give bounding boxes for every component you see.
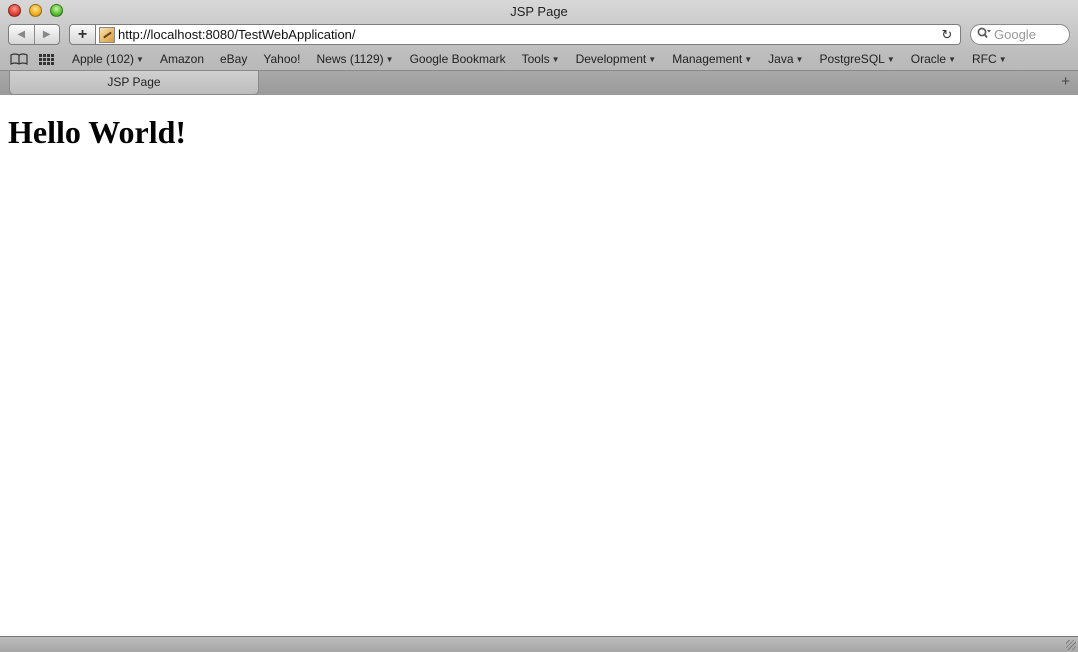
status-bar <box>0 636 1078 652</box>
bookmark-label: Java <box>768 52 794 66</box>
search-field[interactable] <box>970 24 1070 45</box>
site-favicon-icon <box>99 26 115 43</box>
bookmark-item[interactable]: eBay <box>220 52 247 66</box>
address-bar[interactable]: http://localhost:8080/TestWebApplication… <box>96 24 961 45</box>
bookmark-label: Apple (102) <box>72 52 135 66</box>
bookmark-label: Development <box>575 52 647 66</box>
bookmark-item[interactable]: PostgreSQL ▼ <box>819 52 894 66</box>
chevron-down-icon: ▼ <box>948 54 957 64</box>
resize-grip-icon[interactable] <box>1066 640 1076 650</box>
bookmark-label: News (1129) <box>316 52 384 66</box>
chevron-down-icon: ▼ <box>998 54 1007 64</box>
title-bar: JSP Page <box>0 0 1078 22</box>
bookmark-item[interactable]: Java ▼ <box>768 52 803 66</box>
bookmark-item[interactable]: RFC ▼ <box>972 52 1007 66</box>
chevron-down-icon: ▼ <box>744 54 753 64</box>
bookmark-item[interactable]: Yahoo! <box>263 52 300 66</box>
bookmark-item[interactable]: Amazon <box>160 52 204 66</box>
bookmark-label: Amazon <box>159 52 204 66</box>
search-icon <box>977 27 991 42</box>
plus-icon: + <box>1061 73 1070 90</box>
chevron-down-icon: ▼ <box>385 54 394 64</box>
forward-arrow-icon: ▶ <box>42 29 51 40</box>
add-bookmark-button[interactable]: + <box>69 24 96 45</box>
bookmark-list: Apple (102) ▼ Amazon eBay Yahoo! News (1129) ▼… <box>72 52 1023 66</box>
chevron-down-icon: ▼ <box>648 54 657 64</box>
chevron-down-icon: ▼ <box>795 54 804 64</box>
tab-bar: JSP Page + <box>0 70 1078 95</box>
bookmark-item[interactable]: Apple (102) ▼ <box>72 52 144 66</box>
toolbar: ◀ ▶ + http://localhost:8080/TestWebAppli… <box>0 23 1078 48</box>
chevron-down-icon: ▼ <box>136 54 144 64</box>
url-text[interactable]: http://localhost:8080/TestWebApplication… <box>118 27 938 42</box>
bookmark-label: eBay <box>220 52 248 66</box>
bookmark-item[interactable]: Google Bookmark <box>410 52 506 66</box>
reload-icon: ↻ <box>941 26 953 42</box>
bookmark-item[interactable]: Tools ▼ <box>522 52 560 66</box>
chevron-down-icon: ▼ <box>886 54 895 64</box>
bookmarks-bar: Apple (102) ▼ Amazon eBay Yahoo! News (1129) ▼… <box>0 49 1078 69</box>
back-arrow-icon: ◀ <box>17 29 26 40</box>
page-content: Hello World! <box>0 96 1078 636</box>
forward-button[interactable]: ▶ <box>33 25 60 44</box>
nav-buttons: ◀ ▶ <box>8 24 60 45</box>
bookmark-label: RFC <box>972 52 997 66</box>
back-button[interactable]: ◀ <box>9 25 34 44</box>
tab-jsp-page[interactable]: JSP Page <box>9 71 259 95</box>
bookmark-item[interactable]: News (1129) ▼ <box>317 52 394 66</box>
page-heading: Hello World! <box>8 114 187 150</box>
browser-chrome: JSP Page ◀ ▶ + http://localhost:8080/Tes… <box>0 0 1078 95</box>
book-icon <box>10 53 28 65</box>
bookmark-item[interactable]: Oracle ▼ <box>911 52 956 66</box>
new-tab-button[interactable]: + <box>1061 74 1070 89</box>
bookmark-item[interactable]: Development ▼ <box>576 52 657 66</box>
bookmark-label: Oracle <box>910 52 947 66</box>
chevron-down-icon: ▼ <box>551 54 560 64</box>
show-all-bookmarks-button[interactable] <box>9 51 29 67</box>
bookmark-label: Tools <box>521 52 550 66</box>
bookmark-label: PostgreSQL <box>819 52 885 66</box>
reload-button[interactable]: ↻ <box>938 26 956 44</box>
top-sites-grid-icon[interactable] <box>39 53 54 65</box>
bookmark-label: Yahoo! <box>263 52 301 66</box>
bookmark-label: Google Bookmark <box>409 52 506 66</box>
window-title: JSP Page <box>510 4 568 19</box>
bookmark-item[interactable]: Management ▼ <box>672 52 752 66</box>
bookmark-label: Management <box>672 52 743 66</box>
search-input[interactable] <box>994 27 1064 42</box>
